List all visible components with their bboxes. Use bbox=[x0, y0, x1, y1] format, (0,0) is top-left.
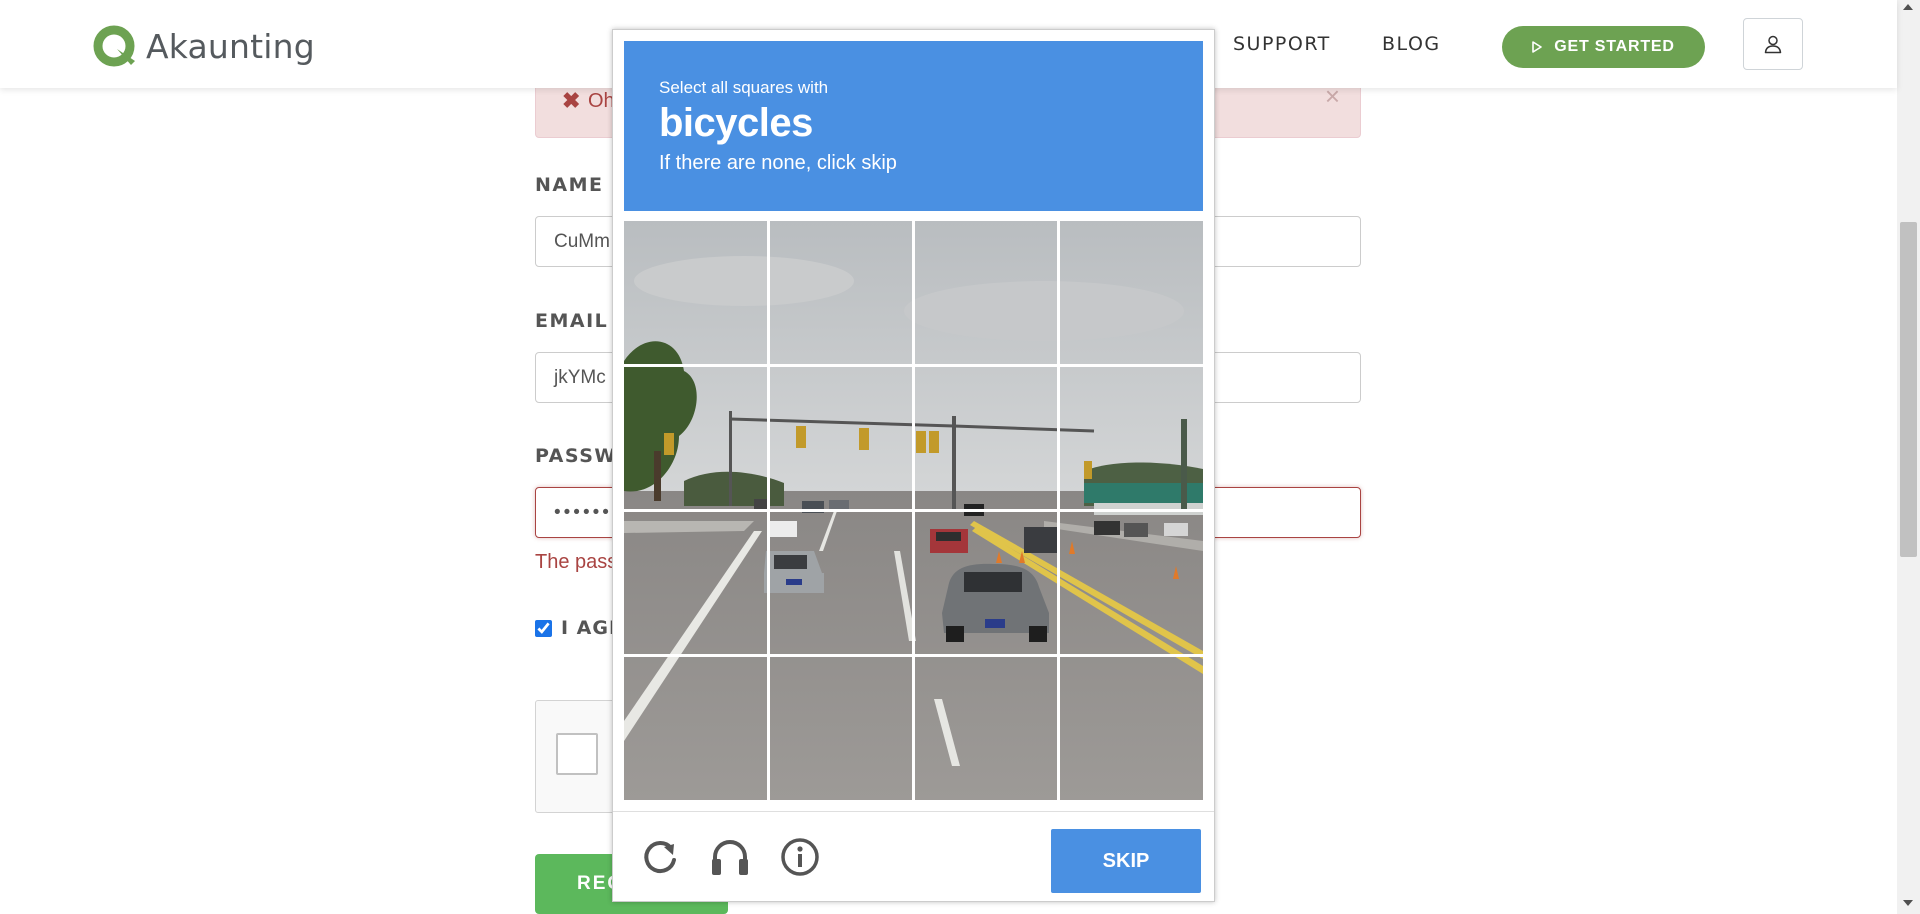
captcha-grid-lines bbox=[624, 221, 1203, 800]
captcha-challenge: Select all squares with bicycles If ther… bbox=[612, 29, 1215, 902]
scroll-down-arrow-icon[interactable] bbox=[1903, 900, 1913, 906]
nav-support-link[interactable]: SUPPORT bbox=[1233, 33, 1331, 55]
info-icon[interactable] bbox=[779, 836, 821, 878]
captcha-image-grid bbox=[624, 221, 1203, 800]
get-started-button[interactable]: GET STARTED bbox=[1502, 26, 1705, 68]
page: Akaunting SUPPORT BLOG GET STARTED ✖ Oh … bbox=[0, 0, 1920, 914]
alert-text: Oh bbox=[588, 90, 615, 112]
agree-checkbox[interactable] bbox=[535, 619, 552, 637]
captcha-instruction: Select all squares with bbox=[659, 78, 829, 97]
error-x-icon: ✖ bbox=[562, 88, 581, 113]
page-scrollbar[interactable] bbox=[1897, 0, 1920, 914]
captcha-target: bicycles bbox=[659, 101, 813, 145]
captcha-header: Select all squares with bicycles If ther… bbox=[624, 41, 1203, 211]
skip-button[interactable]: SKIP bbox=[1051, 829, 1201, 893]
reload-icon[interactable] bbox=[639, 836, 681, 878]
scroll-thumb[interactable] bbox=[1900, 222, 1917, 557]
logo-icon bbox=[93, 25, 135, 67]
audio-headphones-icon[interactable] bbox=[709, 836, 751, 878]
name-label: NAME bbox=[535, 174, 604, 196]
password-error-text: The pass bbox=[535, 551, 618, 573]
captcha-footer-divider bbox=[613, 811, 1214, 812]
user-account-button[interactable] bbox=[1743, 18, 1803, 70]
scroll-up-arrow-icon[interactable] bbox=[1903, 4, 1913, 10]
logo[interactable]: Akaunting bbox=[91, 22, 315, 70]
play-icon bbox=[1532, 41, 1543, 53]
user-icon bbox=[1764, 35, 1782, 54]
recaptcha-checkbox[interactable] bbox=[556, 733, 598, 775]
nav-blog-link[interactable]: BLOG bbox=[1382, 33, 1441, 55]
email-label: EMAIL bbox=[535, 310, 609, 332]
logo-text: Akaunting bbox=[146, 26, 315, 66]
captcha-hint: If there are none, click skip bbox=[659, 152, 897, 174]
get-started-label: GET STARTED bbox=[1554, 38, 1675, 55]
